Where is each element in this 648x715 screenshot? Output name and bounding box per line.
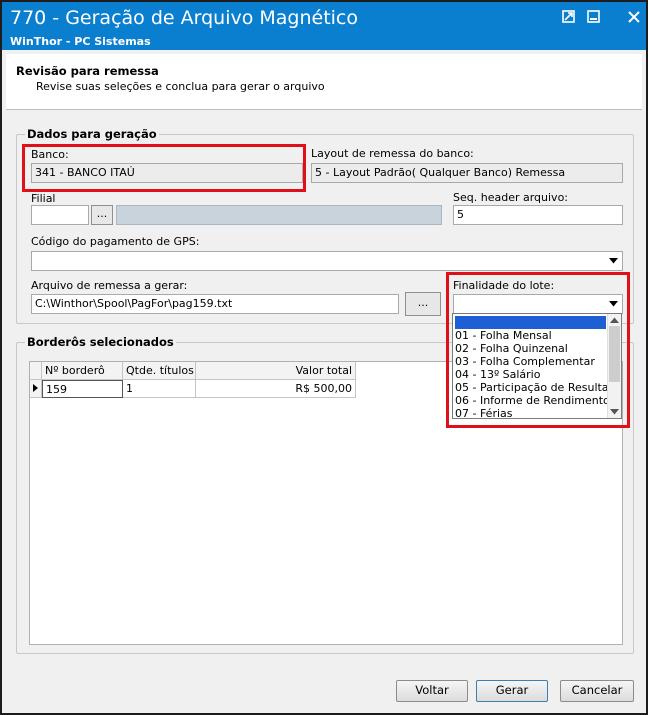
window-subtitle: WinThor - PC Sistemas [10, 35, 151, 48]
voltar-label: Voltar [415, 683, 449, 697]
arquivo-label: Arquivo de remessa a gerar: [31, 279, 188, 292]
seq-label: Seq. header arquivo: [453, 191, 569, 204]
gps-select[interactable] [31, 251, 623, 271]
seq-input[interactable]: 5 [453, 205, 623, 225]
arquivo-browse-button[interactable]: ... [405, 292, 441, 316]
header-title: Revisão para remessa [16, 64, 159, 78]
cancelar-label: Cancelar [571, 683, 623, 697]
grid-indicator-header [30, 362, 42, 380]
table-row-qtde[interactable]: 1 [123, 380, 196, 398]
chevron-down-icon[interactable] [606, 253, 621, 269]
layout-label: Layout de remessa do banco: [311, 147, 474, 160]
layout-field: 5 - Layout Padrão( Qualquer Banco) Remes… [311, 163, 623, 183]
finalidade-highlight-box [446, 272, 630, 428]
grid-header-valor[interactable]: Valor total [196, 362, 356, 380]
main-window: 770 - Geração de Arquivo Magnético WinTh… [0, 0, 648, 715]
table-row-valor[interactable]: R$ 500,00 [196, 380, 356, 398]
filial-description-field [116, 205, 442, 225]
restore-icon[interactable] [562, 10, 578, 24]
table-row-bordero[interactable]: 159 [42, 380, 123, 398]
bordero-group-title: Borderôs selecionados [25, 335, 176, 349]
title-bar[interactable]: 770 - Geração de Arquivo Magnético WinTh… [2, 2, 646, 50]
header-panel: Revisão para remessa Revise suas seleçõe… [6, 54, 642, 110]
voltar-button[interactable]: Voltar [396, 680, 468, 702]
filial-search-button[interactable]: ... [91, 205, 113, 225]
window-title: 770 - Geração de Arquivo Magnético [10, 7, 359, 29]
dados-group-title: Dados para geração [25, 127, 159, 141]
row-indicator-icon [30, 380, 42, 398]
arquivo-input[interactable]: C:\Winthor\Spool\PagFor\pag159.txt [31, 294, 399, 314]
cancelar-button[interactable]: Cancelar [560, 680, 634, 702]
gps-label: Código do pagamento de GPS: [31, 235, 200, 248]
grid-header-qtde[interactable]: Qtde. títulos [123, 362, 196, 380]
grid-header-bordero[interactable]: Nº borderô [42, 362, 123, 380]
banco-highlight-box [22, 144, 306, 192]
close-icon[interactable] [627, 10, 643, 24]
header-description: Revise suas seleções e conclua para gera… [36, 80, 325, 93]
minimize-icon[interactable] [587, 10, 603, 24]
gerar-button[interactable]: Gerar [476, 680, 548, 702]
filial-input[interactable] [31, 205, 89, 225]
filial-label: Filial [31, 192, 56, 205]
gerar-label: Gerar [495, 683, 529, 697]
